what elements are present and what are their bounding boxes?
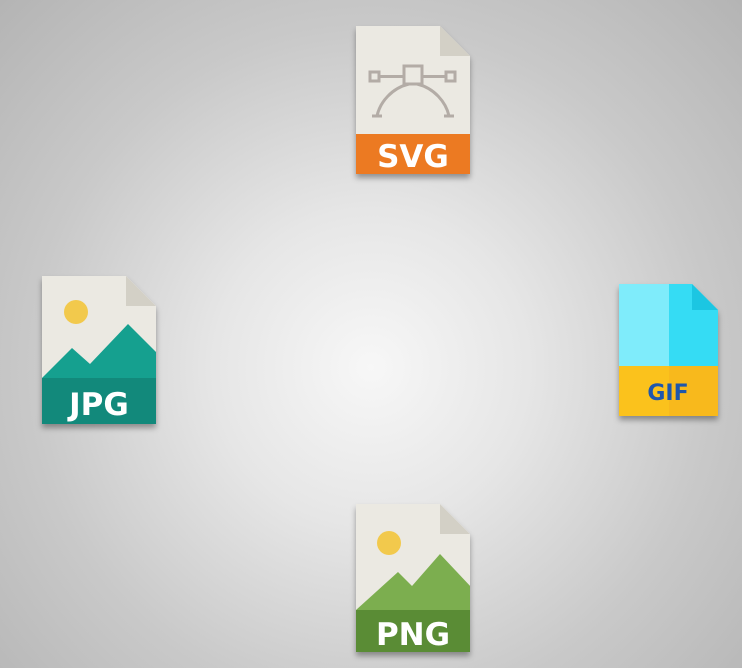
png-file-label: PNG [376,617,450,653]
jpg-file-icon[interactable]: JPG [36,272,166,434]
gif-file-label: GIF [647,381,688,406]
png-file-icon[interactable]: PNG [350,500,480,662]
jpg-file-label: JPG [67,387,129,423]
sun-icon [64,300,88,324]
sun-icon [377,531,401,555]
svg-file-label: SVG [377,139,449,175]
gif-file-icon[interactable]: GIF [614,280,730,428]
desktop: { "files": { "svg": { "label": "SVG", "i… [0,0,742,668]
svg-file-icon[interactable]: SVG [350,22,480,184]
